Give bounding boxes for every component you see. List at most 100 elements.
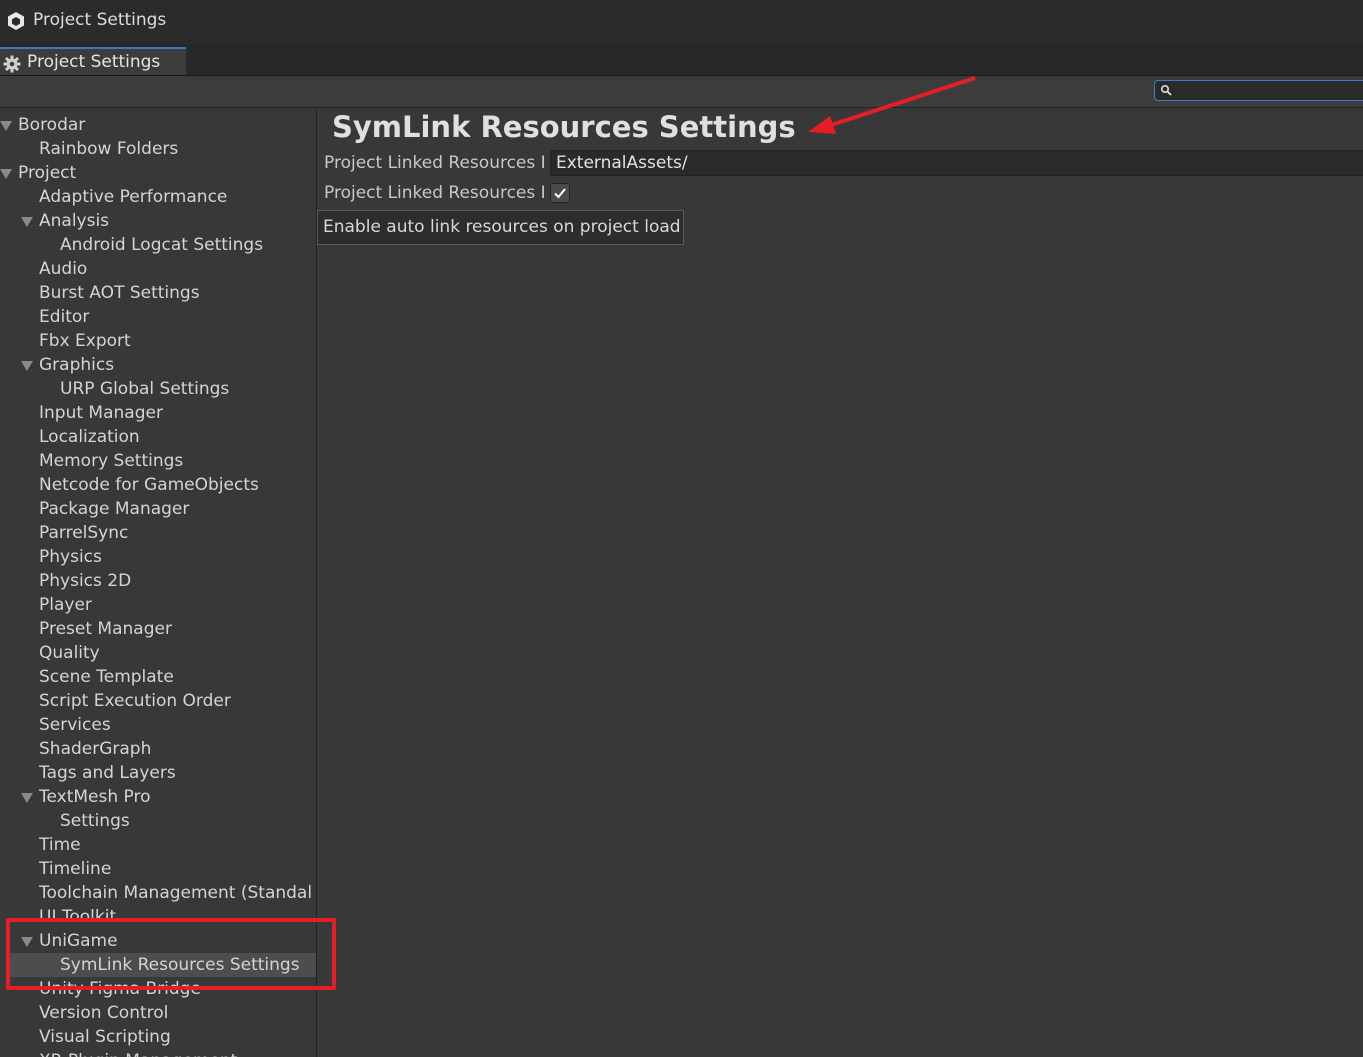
tree-item-burst-aot-settings[interactable]: Burst AOT Settings (0, 281, 316, 305)
tree-item-label: Burst AOT Settings (39, 283, 200, 303)
tree-item-timeline[interactable]: Timeline (0, 857, 316, 881)
tree-item-parrelsync[interactable]: ParrelSync (0, 521, 316, 545)
tab-bar: Project Settings (0, 44, 1363, 76)
tree-item-label: Version Control (39, 1003, 169, 1023)
tree-item-ui-toolkit[interactable]: UI Toolkit (0, 905, 316, 929)
tree-item-label: Editor (39, 307, 90, 327)
tree-item-graphics[interactable]: Graphics (0, 353, 316, 377)
tree-item-borodar[interactable]: Borodar (0, 113, 316, 137)
tree-item-android-logcat-settings[interactable]: Android Logcat Settings (0, 233, 316, 257)
tree-item-input-manager[interactable]: Input Manager (0, 401, 316, 425)
expand-arrow-icon[interactable] (21, 361, 33, 371)
search-input[interactable] (1177, 81, 1362, 100)
tree-item-label: Analysis (39, 211, 110, 231)
tree-item-label: Netcode for GameObjects (39, 475, 259, 495)
tree-item-visual-scripting[interactable]: Visual Scripting (0, 1025, 316, 1049)
tree-item-toolchain-management[interactable]: Toolchain Management (Standal (0, 881, 316, 905)
tree-item-adaptive-performance[interactable]: Adaptive Performance (0, 185, 316, 209)
tree-item-label: Fbx Export (39, 331, 131, 351)
tree-item-label: Borodar (18, 115, 86, 135)
tree-item-localization[interactable]: Localization (0, 425, 316, 449)
tree-item-services[interactable]: Services (0, 713, 316, 737)
tree-item-label: Localization (39, 427, 140, 447)
tree-item-physics[interactable]: Physics (0, 545, 316, 569)
tree-item-tags-and-layers[interactable]: Tags and Layers (0, 761, 316, 785)
tree-item-label: Timeline (39, 859, 112, 879)
tree-item-label: Physics (39, 547, 102, 567)
linked-resources-path-label: Project Linked Resources I (324, 153, 546, 173)
expand-arrow-icon[interactable] (21, 793, 33, 803)
tree-item-package-manager[interactable]: Package Manager (0, 497, 316, 521)
tree-item-label: Audio (39, 259, 88, 279)
tree-item-xr-plugin-management[interactable]: XR Plugin Management (0, 1049, 316, 1057)
tree-item-rainbow-folders[interactable]: Rainbow Folders (0, 137, 316, 161)
tree-item-label: Visual Scripting (39, 1027, 171, 1047)
tree-item-label: Time (39, 835, 81, 855)
tree-item-label: Scene Template (39, 667, 174, 687)
tree-item-label: Graphics (39, 355, 115, 375)
tree-item-urp-global-settings[interactable]: URP Global Settings (0, 377, 316, 401)
tree-item-label: Package Manager (39, 499, 190, 519)
tree-item-label: URP Global Settings (60, 379, 230, 399)
tree-item-memory-settings[interactable]: Memory Settings (0, 449, 316, 473)
checkmark-icon (554, 188, 566, 199)
tree-item-netcode-for-gameobjects[interactable]: Netcode for GameObjects (0, 473, 316, 497)
expand-arrow-icon[interactable] (0, 169, 12, 179)
tree-item-label: Memory Settings (39, 451, 184, 471)
toolbar (0, 76, 1363, 108)
tree-item-textmesh-pro[interactable]: TextMesh Pro (0, 785, 316, 809)
tree-item-label: Tags and Layers (39, 763, 176, 783)
tree-item-label: Physics 2D (39, 571, 132, 591)
unity-logo-icon (8, 12, 24, 30)
tab-project-settings[interactable]: Project Settings (0, 47, 186, 75)
tree-item-fbx-export[interactable]: Fbx Export (0, 329, 316, 353)
tab-label: Project Settings (27, 52, 161, 72)
tree-item-project[interactable]: Project (0, 161, 316, 185)
auto-link-resources-checkbox[interactable] (550, 183, 570, 203)
settings-content: SymLink Resources Settings Project Linke… (317, 108, 1363, 1057)
tree-item-label: Rainbow Folders (39, 139, 179, 159)
search-box[interactable] (1154, 80, 1363, 101)
tree-item-editor[interactable]: Editor (0, 305, 316, 329)
window-titlebar: Project Settings (0, 0, 1363, 44)
search-icon (1160, 84, 1172, 96)
tree-item-label: Project (18, 163, 77, 183)
tree-item-unity-figma-bridge[interactable]: Unity Figma Bridge (0, 977, 316, 1001)
tree-item-label: Script Execution Order (39, 691, 231, 711)
gear-icon (3, 55, 21, 73)
tree-item-physics-2d[interactable]: Physics 2D (0, 569, 316, 593)
tree-item-label: Adaptive Performance (39, 187, 228, 207)
tree-item-label: SymLink Resources Settings (60, 955, 300, 975)
tree-item-textmesh-settings[interactable]: Settings (0, 809, 316, 833)
tree-item-label: Input Manager (39, 403, 163, 423)
expand-arrow-icon[interactable] (21, 217, 33, 227)
tree-item-symlink-resources-settings[interactable]: SymLink Resources Settings (10, 953, 316, 977)
tree-item-scene-template[interactable]: Scene Template (0, 665, 316, 689)
tree-item-label: Preset Manager (39, 619, 172, 639)
tree-item-analysis[interactable]: Analysis (0, 209, 316, 233)
tree-item-label: XR Plugin Management (39, 1049, 237, 1057)
tree-item-label: TextMesh Pro (39, 787, 151, 807)
tooltip: Enable auto link resources on project lo… (317, 210, 684, 245)
tree-item-label: ParrelSync (39, 523, 129, 543)
tree-item-label: UI Toolkit (39, 907, 117, 927)
tree-item-label: UniGame (39, 931, 118, 951)
tree-item-shadergraph[interactable]: ShaderGraph (0, 737, 316, 761)
tree-item-script-execution-order[interactable]: Script Execution Order (0, 689, 316, 713)
tree-item-player[interactable]: Player (0, 593, 316, 617)
tree-item-audio[interactable]: Audio (0, 257, 316, 281)
expand-arrow-icon[interactable] (21, 937, 33, 947)
expand-arrow-icon[interactable] (0, 121, 12, 131)
tree-item-quality[interactable]: Quality (0, 641, 316, 665)
tree-item-time[interactable]: Time (0, 833, 316, 857)
tree-item-label: ShaderGraph (39, 739, 152, 759)
page-title: SymLink Resources Settings (332, 110, 796, 144)
linked-resources-path-field[interactable]: ExternalAssets/ (550, 150, 1363, 176)
tree-item-label: Toolchain Management (Standal (39, 883, 313, 903)
tree-item-label: Settings (60, 811, 130, 831)
tree-item-version-control[interactable]: Version Control (0, 1001, 316, 1025)
settings-tree: Borodar Rainbow Folders Project Adaptive… (0, 108, 317, 1057)
tree-item-unigame[interactable]: UniGame (0, 929, 316, 953)
tree-item-label: Unity Figma Bridge (39, 979, 201, 999)
tree-item-preset-manager[interactable]: Preset Manager (0, 617, 316, 641)
